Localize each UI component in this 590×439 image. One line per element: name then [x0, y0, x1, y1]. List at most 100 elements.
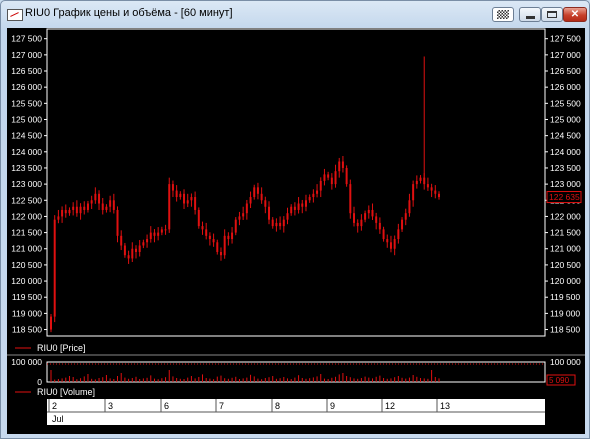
candle-body [412, 184, 415, 201]
candle-body [231, 232, 234, 240]
candle-body [146, 239, 149, 243]
day-label: 12 [385, 401, 395, 411]
y-tick-label-right: 119 500 [550, 292, 580, 302]
candle-body [183, 193, 186, 204]
candle-body [375, 216, 378, 223]
candle-body [386, 239, 389, 243]
y-tick-label-right: 119 000 [550, 308, 580, 318]
y-tick-label-left: 119 000 [12, 308, 42, 318]
y-tick-label-left: 124 500 [11, 131, 42, 141]
candle-body [53, 219, 56, 317]
candle-body [312, 193, 315, 198]
y-tick-label-right: 121 000 [550, 244, 581, 254]
candle-body [419, 177, 422, 181]
window-title: RIU0 График цены и объёма - [60 минут] [25, 7, 233, 19]
y-tick-label-right: 123 500 [550, 163, 581, 173]
candle-body [142, 242, 145, 246]
close-button[interactable] [563, 7, 587, 22]
chart-app-icon [7, 9, 23, 21]
candle-body [271, 219, 274, 227]
day-label: 3 [108, 401, 113, 411]
candle-body [415, 180, 418, 185]
candle-body [90, 200, 93, 204]
candle-body [68, 209, 71, 214]
pin-window-button[interactable] [492, 7, 514, 22]
volume-tick-label-left: 0 [37, 377, 42, 387]
y-tick-label-left: 124 000 [11, 147, 42, 157]
candle-body [408, 200, 411, 214]
candle-body [190, 197, 193, 201]
volume-tick-label-right: 100 000 [550, 357, 581, 367]
candle-body [197, 209, 200, 227]
candle-body [175, 190, 178, 198]
y-tick-label-right: 123 000 [550, 179, 581, 189]
minimize-button[interactable] [519, 7, 541, 22]
candle-body [393, 239, 396, 249]
y-tick-label-left: 125 500 [11, 98, 42, 108]
volume-tick-label-left: 100 000 [11, 357, 42, 367]
day-label: 6 [164, 401, 169, 411]
candle-body [186, 200, 189, 204]
candle-body [109, 200, 112, 207]
candle-body [79, 206, 82, 214]
candle-body [319, 180, 322, 191]
day-label: 7 [219, 401, 224, 411]
price-plot-frame[interactable] [46, 28, 546, 337]
candle-body [282, 219, 285, 227]
candle-body [57, 216, 60, 220]
candle-body [308, 197, 311, 201]
candle-body [334, 171, 337, 185]
candle-body [94, 193, 97, 201]
y-tick-label-left: 123 500 [11, 163, 42, 173]
candle-body [304, 200, 307, 207]
candle-body [253, 187, 256, 198]
y-tick-label-left: 126 000 [11, 82, 42, 92]
candle-body [105, 206, 108, 210]
candle-body [364, 213, 367, 220]
candle-body [338, 161, 341, 172]
candle-body [153, 232, 156, 236]
candle-body [164, 229, 167, 231]
y-tick-label-left: 127 000 [11, 50, 42, 60]
candle-body [260, 193, 263, 201]
candle-body [249, 197, 252, 204]
y-tick-label-left: 121 000 [11, 244, 42, 254]
candle-body [279, 222, 282, 227]
candle-body [238, 216, 241, 220]
candle-body [160, 229, 163, 233]
candle-body [242, 213, 245, 217]
y-tick-label-left: 120 500 [11, 260, 42, 270]
price-legend: RIU0 [Price] [37, 343, 86, 353]
candle-body [101, 203, 104, 210]
candle-body [50, 316, 52, 330]
y-tick-label-right: 125 500 [550, 98, 581, 108]
day-label: 8 [275, 401, 280, 411]
y-tick-label-left: 122 000 [11, 211, 42, 221]
candle-body [297, 203, 300, 210]
day-label: 2 [52, 401, 57, 411]
candle-body [426, 184, 429, 188]
candle-body [397, 229, 400, 240]
candle-body [171, 184, 174, 191]
candle-body [98, 193, 101, 204]
chart-svg[interactable]: 118 500 119 000 119 500 120 000 120 500 121 0… [7, 28, 585, 434]
candle-body [127, 255, 130, 259]
candle-body [227, 235, 230, 240]
candle-body [438, 193, 440, 198]
y-tick-label-right: 122 000 [550, 211, 581, 221]
candle-body [353, 213, 356, 223]
candle-body [345, 167, 348, 185]
y-tick-label-right: 124 000 [550, 147, 581, 157]
candle-body [360, 219, 363, 227]
y-tick-label-right: 126 000 [550, 82, 581, 92]
maximize-button[interactable] [541, 7, 563, 22]
candle-body [268, 206, 271, 220]
candle-body [219, 251, 222, 256]
candle-body [327, 174, 330, 178]
candle-body [201, 226, 204, 230]
time-axis-month: Jul [52, 414, 64, 424]
chart-area[interactable]: 118 500 119 000 119 500 120 000 120 500 121 0… [7, 28, 585, 434]
title-bar[interactable]: RIU0 График цены и объёма - [60 минут] [1, 1, 589, 27]
candle-body [205, 229, 208, 236]
candle-body [378, 222, 381, 230]
